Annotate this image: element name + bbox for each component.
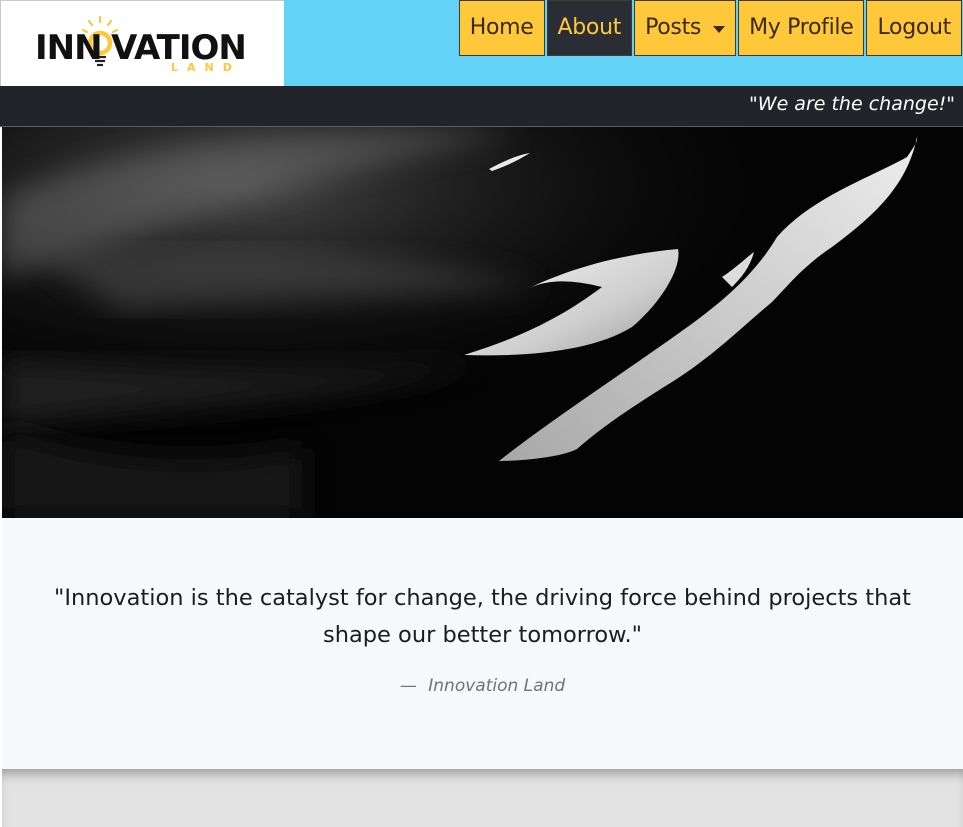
nav-home-label: Home: [469, 15, 534, 40]
quote-author: Innovation Land: [428, 676, 566, 696]
logo-subtext: LAND: [171, 61, 241, 74]
nav-area: Home About Posts My Profile Logout: [284, 0, 963, 86]
tagline-bar: "We are the change!": [0, 86, 963, 127]
nav-home[interactable]: Home: [458, 0, 545, 56]
nav-my-profile-label: My Profile: [749, 15, 854, 40]
nav-posts-label: Posts: [645, 15, 702, 40]
quote-attribution: — Innovation Land: [2, 676, 963, 696]
quote-dash: —: [399, 676, 417, 696]
main-nav: Home About Posts My Profile Logout: [457, 0, 962, 57]
top-bar: INN VATION LAND Home About Posts My Prof…: [0, 0, 963, 86]
quote-section: "Innovation is the catalyst for change, …: [2, 518, 963, 769]
caret-down-icon: [713, 25, 726, 33]
nav-posts-dropdown[interactable]: Posts: [634, 0, 737, 56]
quote-text: "Innovation is the catalyst for change, …: [54, 585, 911, 648]
page: INN VATION LAND Home About Posts My Prof…: [0, 0, 963, 827]
nav-my-profile[interactable]: My Profile: [738, 0, 865, 56]
innovation-land-logo[interactable]: INN VATION LAND: [1, 1, 285, 87]
tagline: "We are the change!": [749, 93, 955, 115]
svg-text:INN: INN: [35, 28, 102, 68]
nav-logout[interactable]: Logout: [866, 0, 962, 56]
abstract-dune-image: [2, 127, 963, 518]
hero-image: [2, 127, 963, 518]
nav-about-label: About: [557, 15, 622, 40]
logo-area[interactable]: INN VATION LAND: [0, 0, 284, 86]
footer-area: [2, 769, 963, 827]
nav-about[interactable]: About: [546, 0, 633, 56]
nav-logout-label: Logout: [877, 15, 951, 40]
